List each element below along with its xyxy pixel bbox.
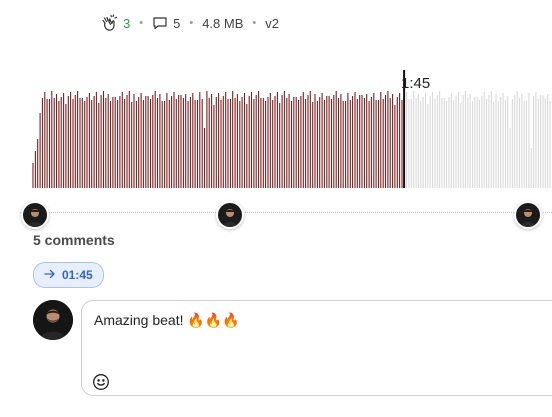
avatar: [33, 300, 73, 340]
version-label[interactable]: v2: [265, 16, 279, 31]
arrow-right-icon: [44, 268, 62, 282]
speech-bubble-icon: [152, 15, 168, 31]
separator: •: [189, 17, 194, 29]
clap-count: 3: [123, 15, 131, 31]
waveform[interactable]: [0, 60, 552, 190]
timestamp-chip[interactable]: 01:45: [33, 262, 104, 288]
clap-stat[interactable]: 3: [100, 14, 130, 32]
comment-marker-avatar[interactable]: [514, 201, 542, 229]
timestamp-chip-label: 01:45: [62, 268, 93, 282]
comment-count: 5: [173, 15, 181, 31]
comment-marker-avatar[interactable]: [216, 201, 244, 229]
clapping-hands-icon: [100, 14, 118, 32]
file-size: 4.8 MB: [202, 15, 244, 31]
track-detail: 3 • 5 • 4.8 MB • v2 1:45 5 comments 01:4…: [0, 0, 552, 417]
track-stats: 3 • 5 • 4.8 MB • v2: [100, 12, 279, 34]
comments-heading: 5 comments: [33, 232, 115, 248]
comment-marker-avatar[interactable]: [21, 201, 49, 229]
smiley-icon[interactable]: [92, 373, 110, 391]
separator: •: [139, 17, 144, 29]
comment-stat[interactable]: 5: [152, 15, 180, 31]
comment-timeline: [20, 212, 552, 213]
comment-input-text[interactable]: Amazing beat! 🔥🔥🔥: [94, 312, 240, 329]
comment-input[interactable]: Amazing beat! 🔥🔥🔥: [81, 300, 552, 396]
current-time: 1:45: [401, 75, 431, 92]
separator: •: [252, 17, 257, 29]
